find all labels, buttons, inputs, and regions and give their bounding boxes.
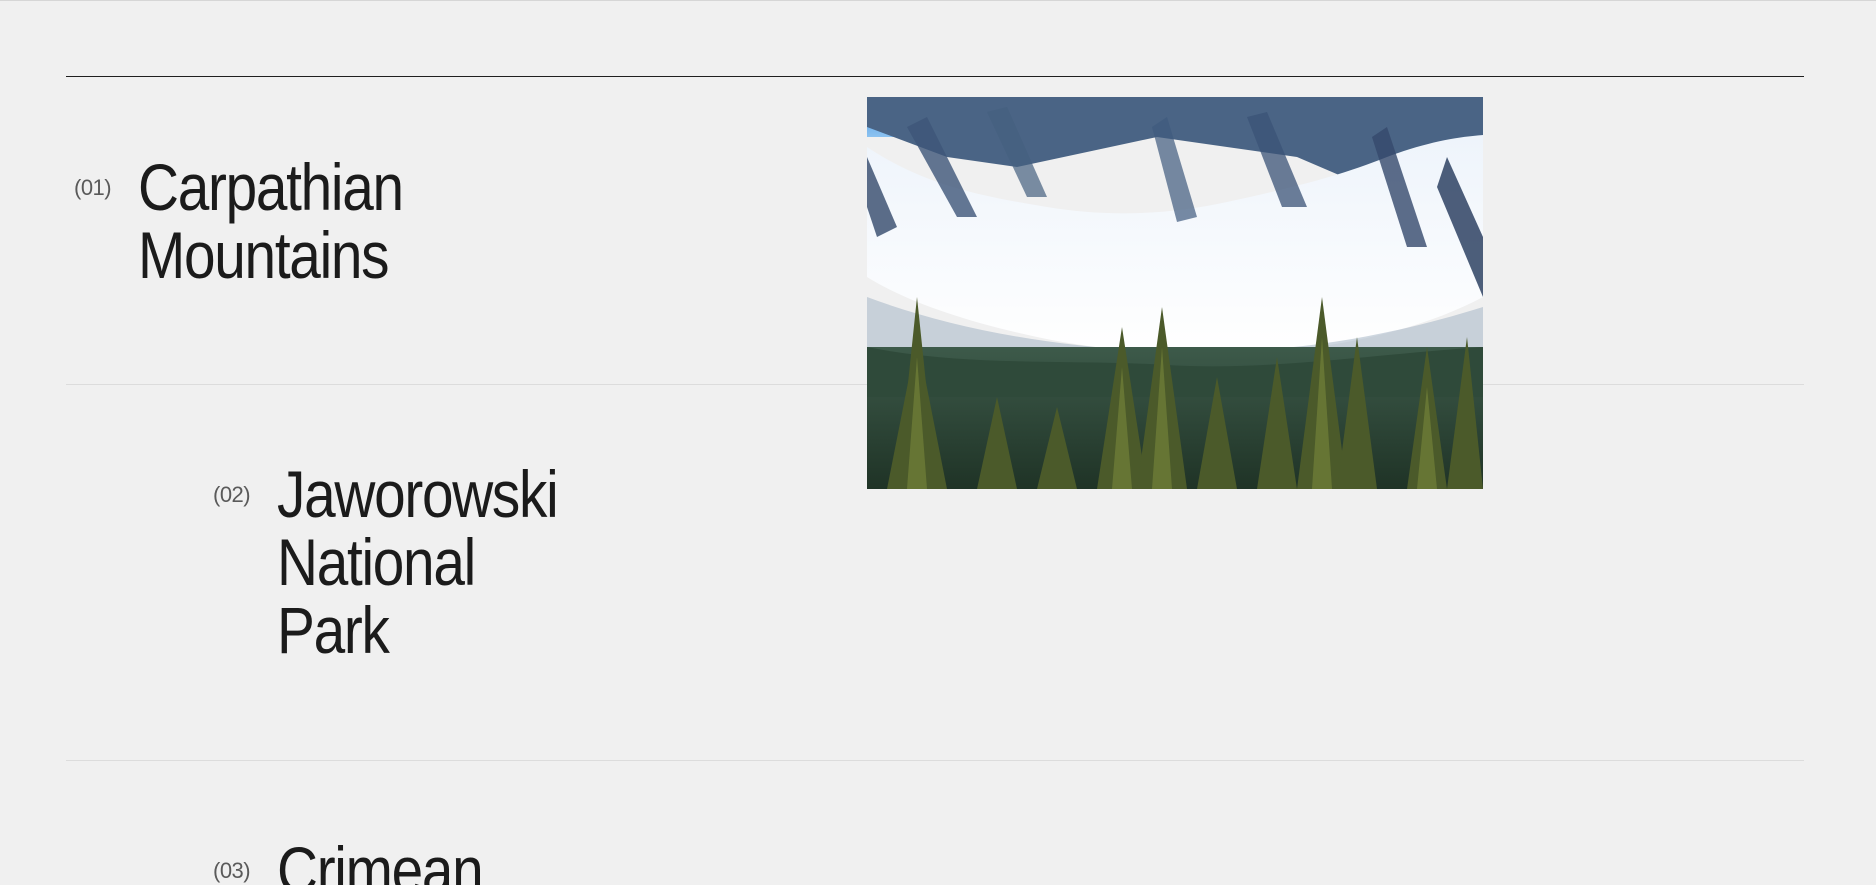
row-divider — [66, 760, 1804, 761]
item-title[interactable]: Carpathian Mountains — [138, 153, 404, 289]
hover-preview-image — [867, 97, 1483, 489]
item-title[interactable]: Crimean — [277, 836, 484, 885]
item-index: (01) — [74, 175, 112, 200]
list-top-rule — [66, 76, 1804, 77]
item-title[interactable]: Jaworowski National Park — [277, 460, 559, 664]
item-index: (02) — [213, 482, 251, 507]
top-edge-line — [0, 0, 1876, 1]
list-item-jaworowski-national-park[interactable]: (02) Jaworowski National Park — [213, 460, 603, 664]
mountain-photo — [867, 97, 1483, 489]
list-item-carpathian-mountains[interactable]: (01) Carpathian Mountains — [74, 153, 446, 289]
list-item-crimean[interactable]: (03) Crimean — [213, 836, 516, 885]
item-index: (03) — [213, 858, 251, 883]
